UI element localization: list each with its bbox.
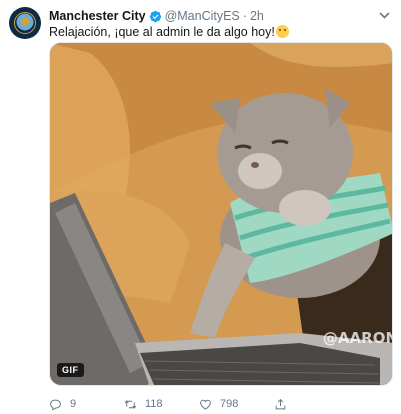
- share-button[interactable]: [274, 398, 349, 411]
- reply-icon: [50, 399, 61, 410]
- reply-count: 9: [70, 398, 77, 410]
- retweet-button[interactable]: 118: [124, 398, 199, 411]
- share-icon: [275, 398, 286, 409]
- tweet-text: Relajación, ¡que al admin le da algo hoy…: [49, 24, 391, 40]
- tweet-text-content: Relajación, ¡que al admin le da algo hoy…: [49, 25, 275, 39]
- timestamp[interactable]: 2h: [250, 9, 264, 23]
- club-crest-icon: [14, 12, 36, 34]
- tweet-actions: 9 118 798: [49, 396, 349, 412]
- retweet-icon: [124, 400, 137, 408]
- verified-badge-icon: [149, 10, 161, 22]
- separator: ·: [242, 9, 247, 23]
- more-options-icon[interactable]: [377, 9, 391, 21]
- retweet-count: 118: [145, 398, 163, 410]
- reply-button[interactable]: 9: [49, 398, 124, 411]
- like-button[interactable]: 798: [199, 398, 274, 411]
- heart-icon: [200, 399, 211, 410]
- like-count: 798: [220, 398, 239, 410]
- gif-badge: GIF: [57, 363, 84, 377]
- gif-media[interactable]: @AARON GIF: [49, 42, 393, 386]
- avatar[interactable]: [9, 7, 41, 39]
- watermark: @AARON: [322, 329, 393, 347]
- tweet-header: Manchester City @ManCityES · 2h: [49, 7, 371, 25]
- flushed-face-emoji-icon: [275, 25, 289, 38]
- tweet[interactable]: Manchester City @ManCityES · 2h Relajaci…: [0, 0, 401, 414]
- display-name[interactable]: Manchester City: [49, 9, 146, 23]
- handle[interactable]: @ManCityES: [165, 9, 240, 23]
